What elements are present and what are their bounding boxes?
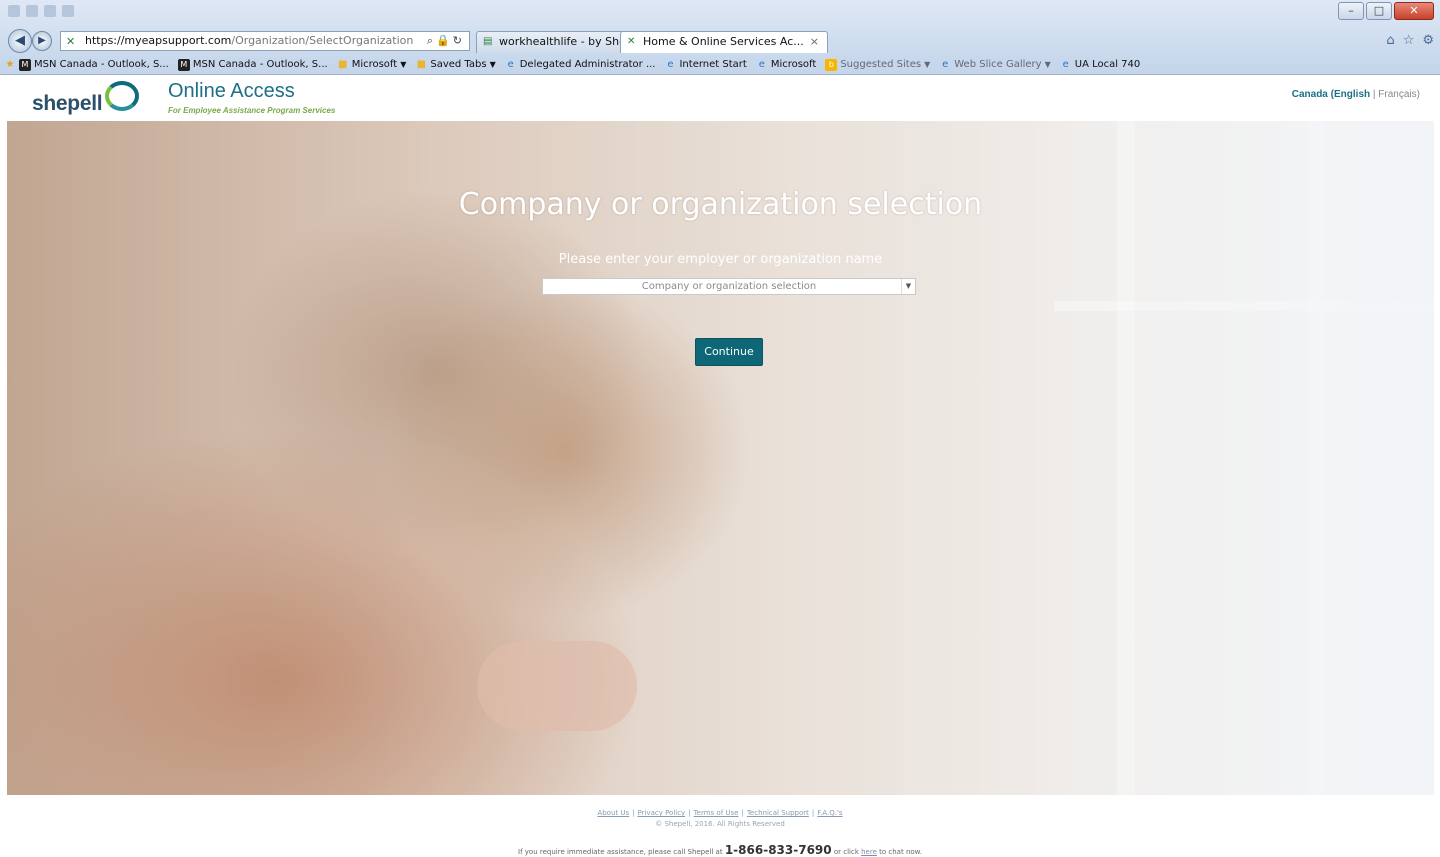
- favorite-item[interactable]: e Delegated Administrator ...: [505, 59, 656, 71]
- footer-link-privacy[interactable]: Privacy Policy: [638, 809, 686, 817]
- shepell-logo-text[interactable]: shepell: [32, 92, 103, 116]
- lock-icon[interactable]: 🔒: [436, 34, 453, 47]
- page-brand-title: Online Access: [168, 80, 295, 102]
- form-prompt: Please enter your employer or organizati…: [558, 252, 883, 267]
- close-window-button[interactable]: ✕: [1394, 2, 1434, 20]
- chat-here-link[interactable]: here: [861, 848, 877, 856]
- suggested-sites-icon: b: [825, 58, 838, 71]
- page-brand-subtitle: For Employee Assistance Program Services: [168, 106, 336, 115]
- footer-link-terms[interactable]: Terms of Use: [694, 809, 739, 817]
- quick-access-icon[interactable]: [26, 5, 38, 17]
- quick-access-icon[interactable]: [44, 5, 56, 17]
- favorite-item[interactable]: M MSN Canada - Outlook, S...: [19, 58, 169, 71]
- favorite-folder[interactable]: ■ Microsoft ▼: [337, 58, 407, 71]
- chevron-down-icon: ▼: [1044, 60, 1051, 69]
- favorites-star-icon[interactable]: ★: [4, 59, 16, 71]
- tab-close-icon[interactable]: ×: [810, 35, 819, 48]
- forward-button[interactable]: ▶: [32, 31, 52, 51]
- favorite-item[interactable]: M MSN Canada - Outlook, S...: [177, 58, 328, 71]
- settings-gear-icon[interactable]: ⚙: [1422, 33, 1434, 48]
- forward-arrow-icon: ▶: [38, 35, 46, 46]
- country-label: Canada: [1291, 89, 1328, 100]
- home-icon[interactable]: ⌂: [1386, 33, 1394, 48]
- tab-label: Home & Online Services Ac...: [643, 35, 804, 48]
- quick-access-icon[interactable]: [62, 5, 74, 17]
- address-tools: ⌕🔒↻: [427, 32, 465, 50]
- assistance-line: If you require immediate assistance, ple…: [518, 843, 922, 857]
- favorites-star-icon[interactable]: ☆: [1403, 33, 1415, 48]
- footer-link-faq[interactable]: F.A.Q.'s: [817, 809, 842, 817]
- favorite-item[interactable]: e Web Slice Gallery ▼: [939, 59, 1051, 71]
- quick-access-icon[interactable]: [8, 5, 20, 17]
- hero-overlay: [7, 121, 1434, 795]
- language-selector: Canada (English | Français): [1291, 89, 1420, 100]
- favorite-item[interactable]: e Microsoft: [756, 59, 817, 71]
- ie-icon: e: [942, 58, 949, 70]
- phone-number: 1-866-833-7690: [724, 843, 832, 857]
- navigation-row: ◀ ▶ ✕ https://myeapsupport.com/Organizat…: [0, 28, 1440, 54]
- favorite-item[interactable]: e UA Local 740: [1060, 59, 1141, 71]
- ie-icon: e: [507, 58, 514, 70]
- footer-links: About Us | Privacy Policy | Terms of Use | Tec…: [597, 809, 843, 817]
- maximize-button[interactable]: □: [1366, 2, 1392, 20]
- refresh-icon[interactable]: ↻: [453, 34, 465, 47]
- quick-access-toolbar: [8, 5, 74, 17]
- language-french-link[interactable]: Français: [1378, 89, 1416, 100]
- site-favicon-icon: ✕: [66, 35, 76, 48]
- address-bar[interactable]: ✕ https://myeapsupport.com/Organization/…: [60, 31, 470, 51]
- chevron-down-icon: ▼: [924, 60, 931, 69]
- title-bar: – □ ✕: [0, 0, 1440, 24]
- tab-favicon-icon: ▤: [483, 36, 493, 47]
- address-host: https://myeapsupport.com: [85, 34, 232, 47]
- favorites-bar: ★ M MSN Canada - Outlook, S... M MSN Canad…: [0, 55, 1440, 74]
- ie-icon: e: [1062, 58, 1069, 70]
- favorite-item[interactable]: b Suggested Sites ▼: [825, 58, 931, 71]
- browser-tab-active[interactable]: ✕ Home & Online Services Ac... ×: [620, 31, 829, 53]
- footer-link-support[interactable]: Technical Support: [747, 809, 809, 817]
- favorite-item[interactable]: e Internet Start: [664, 59, 746, 71]
- minimize-button[interactable]: –: [1338, 2, 1364, 20]
- msn-icon: M: [19, 58, 31, 71]
- search-icon[interactable]: ⌕: [427, 34, 436, 47]
- browser-toolbar-icons: ⌂ ☆ ⚙: [1386, 33, 1434, 48]
- chevron-down-icon: ▼: [489, 60, 496, 69]
- continue-button[interactable]: Continue: [695, 338, 763, 366]
- organization-select[interactable]: Company or organization selection ▼: [542, 278, 916, 295]
- form-title: Company or organization selection: [458, 187, 983, 222]
- organization-select-placeholder: Company or organization selection: [641, 281, 817, 292]
- chevron-down-icon[interactable]: ▼: [901, 279, 915, 294]
- footer-copyright: © Shepell, 2016. All Rights Reserved: [655, 820, 785, 828]
- language-english-link[interactable]: English: [1334, 89, 1370, 100]
- site-header: shepell Online Access For Employee Assis…: [0, 76, 1440, 120]
- tab-favicon-icon: ✕: [627, 36, 636, 47]
- hero-banner: Company or organization selection Please…: [7, 121, 1434, 795]
- msn-icon: M: [177, 58, 190, 71]
- browser-chrome: – □ ✕ ◀ ▶ ✕ https://myeapsupport.com/Org…: [0, 0, 1440, 75]
- folder-icon: ■: [337, 58, 348, 70]
- shepell-logo-icon[interactable]: [105, 81, 139, 111]
- footer-link-about[interactable]: About Us: [597, 809, 629, 817]
- chevron-down-icon: ▼: [400, 60, 407, 69]
- window-controls: – □ ✕: [1338, 2, 1434, 20]
- address-path: /Organization/SelectOrganization: [231, 34, 414, 47]
- ie-icon: e: [667, 58, 674, 70]
- ie-icon: e: [758, 58, 765, 70]
- folder-icon: ■: [416, 58, 427, 70]
- back-arrow-icon: ◀: [15, 33, 25, 48]
- back-button[interactable]: ◀: [8, 29, 32, 53]
- favorite-folder[interactable]: ■ Saved Tabs ▼: [415, 58, 496, 71]
